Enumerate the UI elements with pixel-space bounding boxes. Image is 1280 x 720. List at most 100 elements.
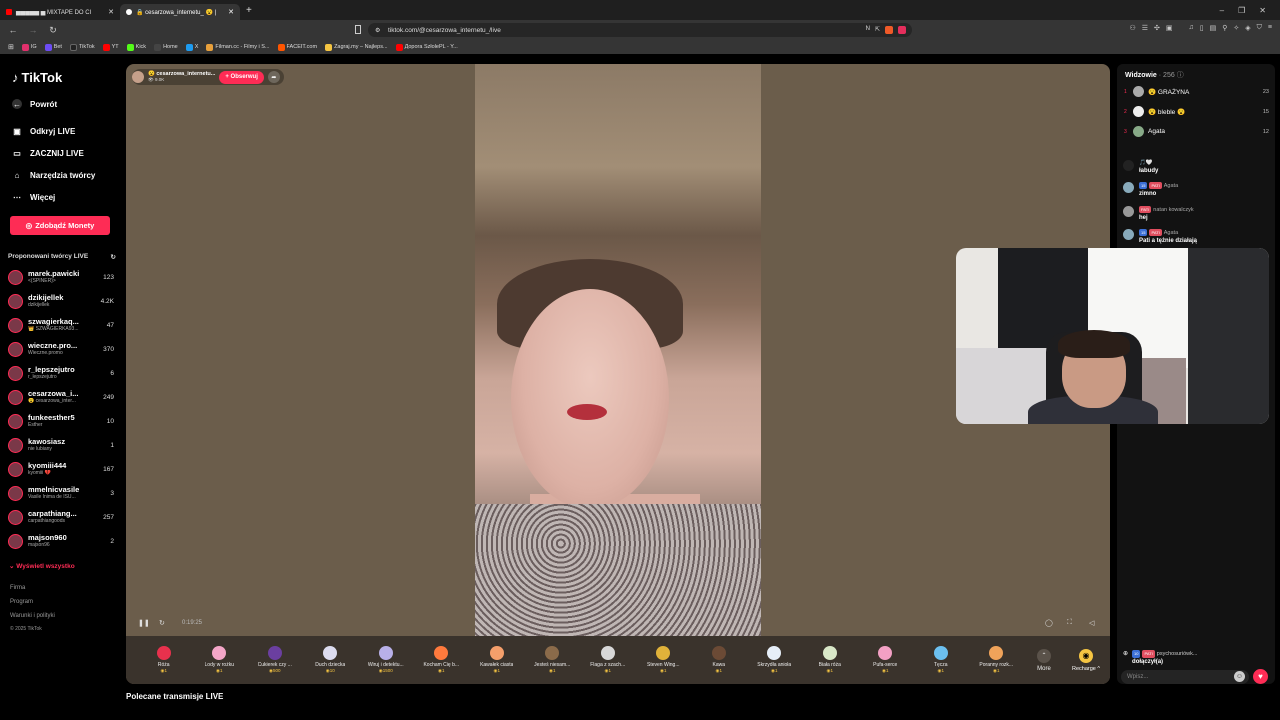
bookmark-item[interactable]: IG bbox=[21, 43, 37, 51]
music-icon[interactable]: ♫ bbox=[1189, 24, 1194, 32]
gift-item[interactable]: Biała róża ◉1 bbox=[802, 646, 858, 674]
gift-item[interactable]: Cukierek czy ... ◉500 bbox=[247, 646, 303, 674]
extension-icon[interactable]: ⚇ bbox=[1129, 24, 1135, 32]
suggested-creator[interactable]: r_lepszejutro r_lepszejutro 6 bbox=[8, 362, 114, 384]
bookmark-item[interactable]: TikTok bbox=[69, 43, 95, 51]
bookmark-item[interactable]: Filman.cc - Filmy i S... bbox=[206, 43, 270, 51]
site-info-icon[interactable]: ⚙ bbox=[375, 27, 380, 34]
suggested-creator[interactable]: dzikijellek dzikijellek 4.2K bbox=[8, 290, 114, 312]
top-viewer[interactable]: 1 😮 GRAŻYNA 23 bbox=[1124, 86, 1269, 97]
suggested-creator[interactable]: wieczne.pro... Wieczne.promo 370 bbox=[8, 338, 114, 360]
bookmark-item[interactable]: Kick bbox=[126, 43, 146, 51]
info-icon[interactable]: ⓘ bbox=[1177, 72, 1184, 79]
gift-item[interactable]: Kocham Cię b... ◉1 bbox=[414, 646, 470, 674]
extension-icon[interactable]: ▤ bbox=[1210, 24, 1217, 32]
gift-item[interactable]: Poranny rozk... ◉1 bbox=[969, 646, 1025, 674]
suggested-creator[interactable]: kyomiii444 kyomiii 💔 167 bbox=[8, 458, 114, 480]
bookmark-item[interactable]: Bet bbox=[44, 43, 62, 51]
translate-icon[interactable]: N bbox=[866, 26, 870, 34]
nav-odkryj-live[interactable]: ▣ Odkryj LIVE bbox=[12, 126, 75, 136]
like-heart-icon[interactable]: ♥ bbox=[1253, 669, 1268, 684]
viewers-header[interactable]: Widzowie · 256 ⓘ bbox=[1125, 70, 1184, 80]
follow-button[interactable]: + Obserwuj bbox=[219, 70, 264, 84]
bookmark-item[interactable]: Дорога SzłolePL - Y... bbox=[395, 43, 458, 51]
bookmark-item[interactable]: FACEIT.com bbox=[277, 43, 317, 51]
gift-item[interactable]: Tęcza ◉1 bbox=[913, 646, 969, 674]
gift-item[interactable]: Flaga z szach... ◉1 bbox=[580, 646, 636, 674]
see-all-link[interactable]: ⌄ Wyświetl wszystko bbox=[9, 562, 75, 570]
nav-more[interactable]: ⋯ Więcej bbox=[12, 192, 55, 202]
suggested-creator[interactable]: funkeesther5 Esther 10 bbox=[8, 410, 114, 432]
share-icon[interactable]: ➦ bbox=[267, 71, 280, 83]
nav-zacznij-live[interactable]: ▭ ZACZNIJ LIVE bbox=[12, 148, 84, 158]
brave-rewards-icon[interactable] bbox=[898, 26, 906, 34]
browser-tab-active[interactable]: 🔒 cesarzowa_internetu_ 😮 | ✕ bbox=[120, 4, 240, 20]
more-gifts-button[interactable]: ⌃ More bbox=[1024, 648, 1064, 672]
nav-creator-tools[interactable]: ⌂ Narzędzia twórcy bbox=[12, 170, 96, 180]
gift-item[interactable]: Kawałek ciasta ◉1 bbox=[469, 646, 525, 674]
new-tab-button[interactable]: + bbox=[246, 5, 252, 16]
close-tab-icon[interactable]: ✕ bbox=[108, 8, 114, 16]
bookmark-item[interactable]: X bbox=[185, 43, 198, 51]
gift-item[interactable]: Jesteś niesam... ◉1 bbox=[525, 646, 581, 674]
footer-link[interactable]: Firma bbox=[10, 585, 25, 591]
extension-icon[interactable]: ⚲ bbox=[1222, 24, 1227, 32]
suggested-creator[interactable]: mmelnicvasile Vasile Inima de ISU... 3 bbox=[8, 482, 114, 504]
puzzle-icon[interactable]: ✣ bbox=[1154, 24, 1160, 32]
gift-item[interactable]: Steven Wing... ◉1 bbox=[636, 646, 692, 674]
suggested-creator[interactable]: carpathiang... carpathiangoods 257 bbox=[8, 506, 114, 528]
url-input[interactable]: ⚙ tiktok.com/@cesarzowa_internetu_/live … bbox=[368, 23, 912, 37]
suggested-creator[interactable]: kawosiasz nie lubiany 1 bbox=[8, 434, 114, 456]
gift-item[interactable]: Lody w rożku ◉1 bbox=[192, 646, 248, 674]
top-viewer[interactable]: 2 😮 bleble 😮 15 bbox=[1124, 106, 1269, 117]
get-coins-button[interactable]: ◎ Zdobądź Monety bbox=[10, 216, 110, 235]
wallet-icon[interactable]: ◈ bbox=[1245, 24, 1250, 32]
bookmark-item[interactable]: Zagraj.my – Najleps... bbox=[325, 43, 388, 51]
gift-item[interactable]: Wiruj i detektu... ◉1500 bbox=[358, 646, 414, 674]
refresh-icon[interactable]: ↻ bbox=[111, 253, 116, 261]
recharge-button[interactable]: ◉ Recharge ^ bbox=[1072, 648, 1100, 672]
minimize-icon[interactable]: – bbox=[1220, 6, 1224, 15]
top-viewer[interactable]: 3 Agata 12 bbox=[1124, 126, 1269, 137]
tiktok-logo[interactable]: ♪ TikTok bbox=[12, 70, 62, 85]
suggested-creator[interactable]: marek.pawicki <{SPINER}> 123 bbox=[8, 266, 114, 288]
gift-item[interactable]: Kawa ◉1 bbox=[691, 646, 747, 674]
refresh-stream-icon[interactable]: ↻ bbox=[159, 619, 165, 627]
gift-item[interactable]: Skrzydła anioła ◉1 bbox=[747, 646, 803, 674]
suggested-creator[interactable]: cesarzowa_i... 😮 cesarzowa_inter... 249 bbox=[8, 386, 114, 408]
apps-grid-icon[interactable]: ⊞ bbox=[8, 43, 14, 51]
extension-icon[interactable]: ☰ bbox=[1142, 24, 1148, 32]
menu-icon[interactable]: ≡ bbox=[1268, 24, 1272, 32]
back-arrow-icon[interactable]: ← bbox=[6, 25, 20, 35]
close-window-icon[interactable]: ✕ bbox=[1259, 6, 1266, 15]
close-tab-icon[interactable]: ✕ bbox=[228, 8, 234, 16]
brave-shield-icon[interactable] bbox=[885, 26, 893, 34]
volume-icon[interactable]: ◁ bbox=[1089, 619, 1094, 627]
streamer-avatar[interactable] bbox=[132, 71, 144, 83]
fullscreen-icon[interactable]: ⛶ bbox=[1067, 619, 1072, 627]
bookmark-page-icon[interactable] bbox=[355, 25, 361, 34]
gift-item[interactable]: Róża ◉1 bbox=[136, 646, 192, 674]
extension-icon[interactable]: ✧ bbox=[1233, 24, 1239, 32]
bookmark-item[interactable]: YT bbox=[102, 43, 119, 51]
restore-icon[interactable]: ❐ bbox=[1238, 6, 1245, 15]
back-link[interactable]: ← Powrót bbox=[12, 99, 57, 109]
reload-icon[interactable]: ↻ bbox=[46, 25, 60, 36]
sidebar-toggle-icon[interactable]: ▯ bbox=[1200, 24, 1204, 32]
footer-link[interactable]: Warunki i polityki bbox=[10, 613, 55, 619]
shield-icon[interactable]: ⛉ bbox=[1257, 24, 1262, 32]
extension-icon[interactable]: ▣ bbox=[1166, 24, 1173, 32]
gift-item[interactable]: Pufa-serce ◉1 bbox=[858, 646, 914, 674]
browser-tab[interactable]: ▅▅▅▅▅ ▅ MIXTAPE DO CI ✕ bbox=[0, 4, 120, 20]
suggested-creator[interactable]: szwagierkaq... 👑 SZWAGIERKA93... 47 bbox=[8, 314, 114, 336]
gift-item[interactable]: Duch dziecka ◉10 bbox=[303, 646, 359, 674]
forward-arrow-icon[interactable]: → bbox=[26, 25, 40, 35]
suggested-creator[interactable]: majson960 majson96 2 bbox=[8, 530, 114, 552]
chat-input[interactable]: Wpisz... bbox=[1121, 670, 1249, 684]
share-page-icon[interactable]: ⇱ bbox=[875, 26, 880, 34]
pause-icon[interactable]: ❚❚ bbox=[138, 619, 150, 627]
bookmark-item[interactable]: Home bbox=[154, 43, 178, 51]
settings-icon[interactable]: ◯ bbox=[1045, 619, 1053, 627]
emoji-icon[interactable]: ☺ bbox=[1234, 671, 1245, 682]
footer-link[interactable]: Program bbox=[10, 599, 33, 605]
